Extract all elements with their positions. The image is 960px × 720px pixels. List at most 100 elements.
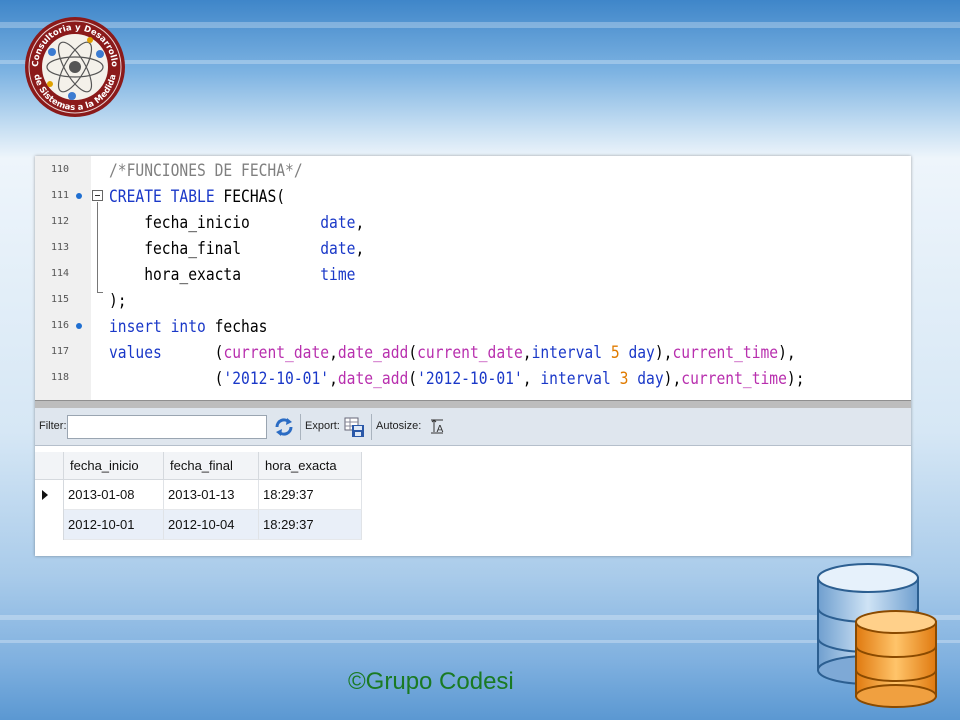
table-cell[interactable]: 18:29:37 — [259, 510, 362, 540]
code-token: , — [355, 239, 365, 259]
line-number: 111 — [51, 190, 70, 201]
code-text: /*FUNCIONES DE FECHA*/ — [109, 160, 303, 182]
code-token: fechas — [205, 317, 268, 337]
export-icon[interactable] — [344, 416, 366, 438]
code-line[interactable]: 118 ('2012-10-01',date_add('2012-10-01',… — [35, 366, 911, 392]
code-token: day — [628, 343, 655, 363]
row-selector[interactable] — [35, 480, 64, 510]
code-token: date_add — [337, 369, 409, 389]
code-text: CREATE TABLE FECHAS( — [109, 186, 285, 208]
code-line[interactable]: 113 fecha_final date, — [35, 236, 911, 262]
code-token: fecha_inicio — [109, 213, 321, 233]
code-token: ); — [786, 369, 805, 389]
code-token: , — [329, 343, 338, 363]
code-token: ( — [408, 343, 418, 363]
table-cell[interactable]: 18:29:37 — [259, 480, 362, 510]
code-token: '2012-10-01' — [223, 369, 330, 389]
line-number: 116 — [51, 320, 70, 331]
code-text: ); — [109, 290, 127, 312]
toolbar-divider — [371, 414, 372, 440]
autosize-label: Autosize: — [376, 420, 422, 432]
code-token: hora_exacta — [109, 265, 321, 285]
line-number: 114 — [51, 268, 70, 279]
code-token: , — [329, 369, 338, 389]
splitter[interactable] — [35, 400, 911, 408]
code-line[interactable]: 115); — [35, 288, 911, 314]
code-text: values (current_date,date_add(current_da… — [109, 342, 796, 364]
line-number: 115 — [51, 294, 70, 305]
fold-guide — [97, 202, 98, 292]
code-token: insert into — [109, 317, 206, 337]
code-token: values — [109, 343, 162, 363]
bg-stripe — [0, 22, 960, 28]
toolbar-divider — [300, 414, 301, 440]
column-header-hora-exacta[interactable]: hora_exacta — [259, 452, 362, 480]
code-token: ); — [109, 291, 127, 311]
autosize-icon[interactable]: A — [430, 418, 444, 434]
code-token: date_add — [337, 343, 409, 363]
code-line[interactable]: 110 /*FUNCIONES DE FECHA*/ — [35, 158, 911, 184]
line-number: 113 — [51, 242, 70, 253]
filter-input[interactable] — [67, 415, 267, 439]
code-line[interactable]: 112 fecha_inicio date, — [35, 210, 911, 236]
result-grid: fecha_inicio fecha_final hora_exacta 201… — [35, 446, 911, 556]
code-token: interval — [540, 369, 611, 389]
code-token: current_date — [417, 343, 523, 363]
bg-stripe — [0, 60, 960, 64]
code-line[interactable]: 117 values (current_date,date_add(current… — [35, 340, 911, 366]
database-icon — [817, 563, 937, 708]
code-token: ( — [408, 369, 418, 389]
fold-guide-end — [97, 292, 103, 293]
code-token: current_time — [681, 369, 787, 389]
workbench-panel: 110 /*FUNCIONES DE FECHA*/ 111 CREATE TABLE… — [35, 156, 911, 556]
code-text: fecha_inicio date, — [109, 212, 364, 234]
code-token: fecha_final — [109, 239, 321, 259]
code-token: '2012-10-01' — [417, 369, 523, 389]
refresh-icon[interactable] — [273, 416, 295, 438]
table-cell[interactable]: 2013-01-08 — [64, 480, 164, 510]
code-token: current_time — [672, 343, 779, 363]
code-line[interactable]: 114 hora_exacta time — [35, 262, 911, 288]
code-token: /*FUNCIONES DE FECHA*/ — [109, 161, 303, 181]
table-cell[interactable]: 2012-10-01 — [64, 510, 164, 540]
table-cell[interactable]: 2012-10-04 — [164, 510, 259, 540]
statement-marker-icon — [76, 323, 82, 329]
line-number: 112 — [51, 216, 70, 227]
code-text: insert into fechas — [109, 316, 267, 338]
line-number: 117 — [51, 346, 70, 357]
code-token: ( — [161, 343, 224, 363]
footer-copyright: ©Grupo Codesi — [348, 668, 514, 695]
code-token: day — [637, 369, 664, 389]
code-token: interval — [531, 343, 603, 363]
filter-label: Filter: — [39, 420, 67, 432]
code-token: date — [320, 239, 356, 259]
line-number: 118 — [51, 372, 70, 383]
code-token: ), — [778, 343, 796, 363]
code-token: ), — [663, 369, 682, 389]
code-token: CREATE TABLE — [109, 187, 215, 207]
column-header-fecha-final[interactable]: fecha_final — [164, 452, 259, 480]
code-line[interactable]: 111 CREATE TABLE FECHAS( — [35, 184, 911, 210]
result-toolbar: Filter: Export: Autosize: A — [35, 408, 911, 446]
sql-editor[interactable]: 110 /*FUNCIONES DE FECHA*/ 111 CREATE TABLE… — [35, 156, 911, 400]
grid-corner — [35, 452, 64, 480]
company-logo: Consultoria y Desarrollo de Sistemas a l… — [25, 17, 125, 117]
table-cell[interactable]: 2013-01-13 — [164, 480, 259, 510]
code-line[interactable]: 116 insert into fechas — [35, 314, 911, 340]
code-text: fecha_final date, — [109, 238, 364, 260]
collapse-icon[interactable] — [92, 190, 103, 201]
code-token: ( — [109, 369, 224, 389]
statement-marker-icon — [76, 193, 82, 199]
code-text: hora_exacta time — [109, 264, 355, 286]
row-selector[interactable] — [35, 510, 64, 540]
code-token: , — [522, 343, 532, 363]
code-token: , — [355, 213, 365, 233]
column-header-fecha-inicio[interactable]: fecha_inicio — [64, 452, 164, 480]
code-token: 5 — [610, 343, 620, 363]
code-token: , — [522, 369, 541, 389]
code-token: time — [320, 265, 356, 285]
code-token: FECHAS( — [214, 187, 286, 207]
